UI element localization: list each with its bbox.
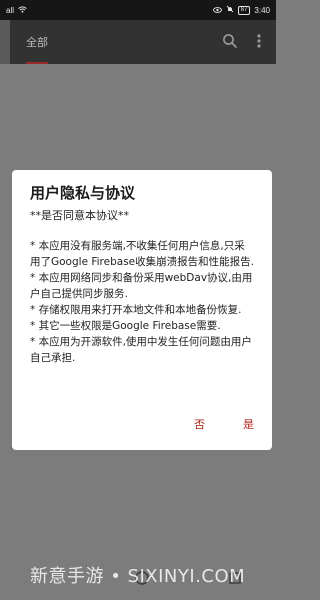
dialog-item: * 其它一些权限是Google Firebase需要. — [30, 320, 221, 332]
tab-indicator — [26, 62, 48, 64]
dialog-subtitle: **是否同意本协议** — [30, 209, 129, 222]
drawer-edge — [0, 20, 10, 64]
wifi-icon — [18, 5, 27, 15]
status-bar: all 87 3:40 — [0, 0, 276, 20]
accept-button[interactable]: 是 — [243, 418, 254, 432]
status-left: all — [6, 6, 27, 15]
dialog-item: * 本应用网络同步和备份采用webDav协议,由用户自己提供同步服务. — [30, 272, 253, 300]
search-icon[interactable] — [222, 33, 238, 53]
watermark-text: 新意手游 • SIXINYI.COM — [30, 566, 246, 587]
more-vert-icon[interactable] — [256, 33, 262, 53]
mute-bell-icon — [226, 5, 234, 15]
dialog-actions: 否 是 — [194, 418, 254, 432]
dialog-item: * 本应用没有服务端,不收集任何用户信息,只采用了Google Firebase… — [30, 240, 254, 268]
status-right: 87 3:40 — [212, 5, 270, 15]
signal-icon: all — [6, 5, 15, 15]
dialog-body: * 本应用没有服务端,不收集任何用户信息,只采用了Google Firebase… — [30, 238, 254, 366]
app-bar: 全部 — [10, 20, 276, 64]
battery-indicator: 87 — [237, 5, 251, 15]
eye-icon — [212, 6, 222, 15]
privacy-dialog: 用户隐私与协议 **是否同意本协议** * 本应用没有服务端,不收集任何用户信息… — [12, 170, 272, 450]
dialog-item: * 本应用为开源软件,使用中发生任何问题由用户自己承担. — [30, 336, 252, 364]
tab-all[interactable]: 全部 — [26, 36, 48, 49]
dialog-title: 用户隐私与协议 — [30, 184, 136, 202]
decline-button[interactable]: 否 — [194, 418, 205, 432]
dialog-item: * 存储权限用来打开本地文件和本地备份恢复. — [30, 304, 242, 316]
status-time: 3:40 — [254, 5, 270, 15]
